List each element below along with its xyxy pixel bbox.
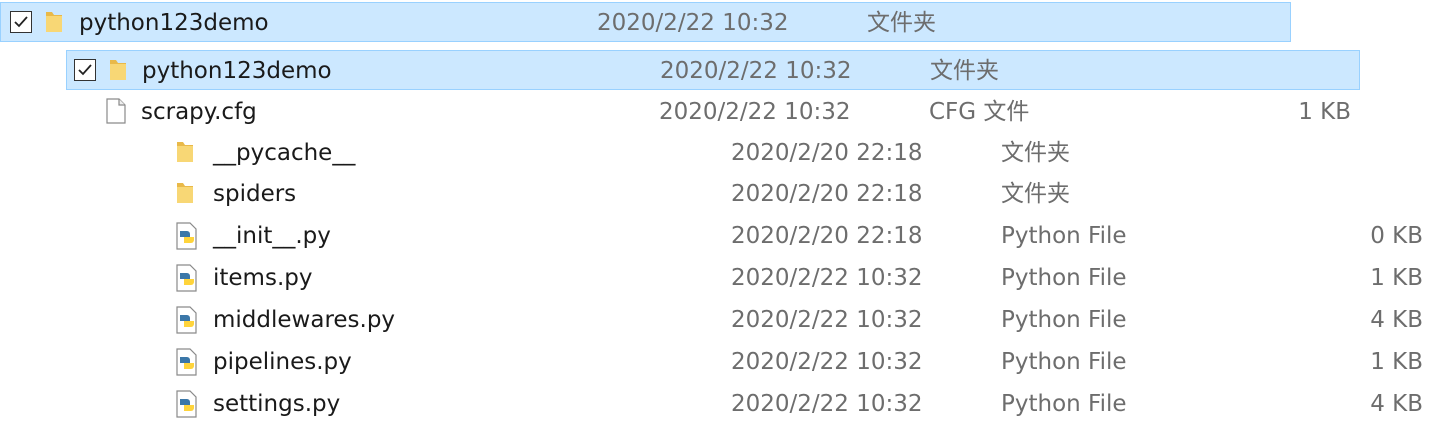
file-type: 文件夹 (930, 58, 999, 84)
file-name: settings.py (213, 391, 341, 417)
row-checkbox[interactable] (74, 59, 96, 81)
file-name: pipelines.py (213, 349, 352, 375)
file-name: scrapy.cfg (141, 99, 257, 125)
file-row-pipelines-py[interactable]: pipelines.py 2020/2/22 10:32 Python File… (170, 342, 1430, 382)
date-modified: 2020/2/22 10:32 (731, 349, 923, 375)
python-file-icon (174, 347, 200, 383)
date-modified: 2020/2/22 10:32 (597, 10, 789, 36)
folder-icon (174, 180, 196, 212)
file-row-items-py[interactable]: items.py 2020/2/22 10:32 Python File 1 K… (170, 258, 1430, 298)
file-type: CFG 文件 (929, 99, 1030, 125)
date-modified: 2020/2/22 10:32 (731, 307, 923, 333)
row-checkbox[interactable] (10, 11, 32, 33)
python-file-icon (174, 263, 200, 299)
date-modified: 2020/2/20 22:18 (731, 140, 923, 166)
file-icon (104, 97, 128, 131)
file-type: Python File (1001, 265, 1127, 291)
python-file-icon (174, 305, 200, 341)
file-type: Python File (1001, 307, 1127, 333)
folder-icon (43, 9, 65, 41)
file-row-settings-py[interactable]: settings.py 2020/2/22 10:32 Python File … (170, 384, 1430, 424)
date-modified: 2020/2/22 10:32 (659, 99, 851, 125)
file-name: items.py (213, 265, 313, 291)
file-type: Python File (1001, 349, 1127, 375)
file-size: 1 KB (1370, 349, 1423, 375)
file-type: Python File (1001, 391, 1127, 417)
file-name: spiders (213, 181, 297, 207)
file-size: 4 KB (1370, 391, 1423, 417)
file-row-pycache[interactable]: __pycache__ 2020/2/20 22:18 文件夹 (170, 133, 1430, 173)
date-modified: 2020/2/20 22:18 (731, 181, 923, 207)
file-type: 文件夹 (867, 10, 936, 36)
file-size: 1 KB (1370, 265, 1423, 291)
file-size: 4 KB (1370, 307, 1423, 333)
date-modified: 2020/2/22 10:32 (731, 265, 923, 291)
file-row-middlewares-py[interactable]: middlewares.py 2020/2/22 10:32 Python Fi… (170, 300, 1430, 340)
folder-icon (107, 57, 129, 89)
file-row-init-py[interactable]: __init__.py 2020/2/20 22:18 Python File … (170, 216, 1430, 256)
file-row-python123demo-outer[interactable]: python123demo 2020/2/22 10:32 文件夹 (0, 2, 1291, 42)
file-name: python123demo (79, 10, 269, 36)
date-modified: 2020/2/20 22:18 (731, 223, 923, 249)
python-file-icon (174, 389, 200, 425)
file-type: 文件夹 (1001, 140, 1070, 166)
folder-icon (174, 139, 196, 171)
file-row-scrapy-cfg[interactable]: scrapy.cfg 2020/2/22 10:32 CFG 文件 1 KB (66, 92, 1360, 132)
date-modified: 2020/2/22 10:32 (660, 58, 852, 84)
file-size: 0 KB (1370, 223, 1423, 249)
file-name: python123demo (142, 58, 332, 84)
file-row-python123demo-inner[interactable]: python123demo 2020/2/22 10:32 文件夹 (66, 50, 1360, 90)
file-type: 文件夹 (1001, 181, 1070, 207)
file-type: Python File (1001, 223, 1127, 249)
file-row-spiders[interactable]: spiders 2020/2/20 22:18 文件夹 (170, 174, 1430, 214)
date-modified: 2020/2/22 10:32 (731, 391, 923, 417)
python-file-icon (174, 221, 200, 257)
file-name: middlewares.py (213, 307, 396, 333)
file-size: 1 KB (1298, 99, 1351, 125)
file-name: __pycache__ (213, 140, 356, 166)
file-name: __init__.py (213, 223, 331, 249)
